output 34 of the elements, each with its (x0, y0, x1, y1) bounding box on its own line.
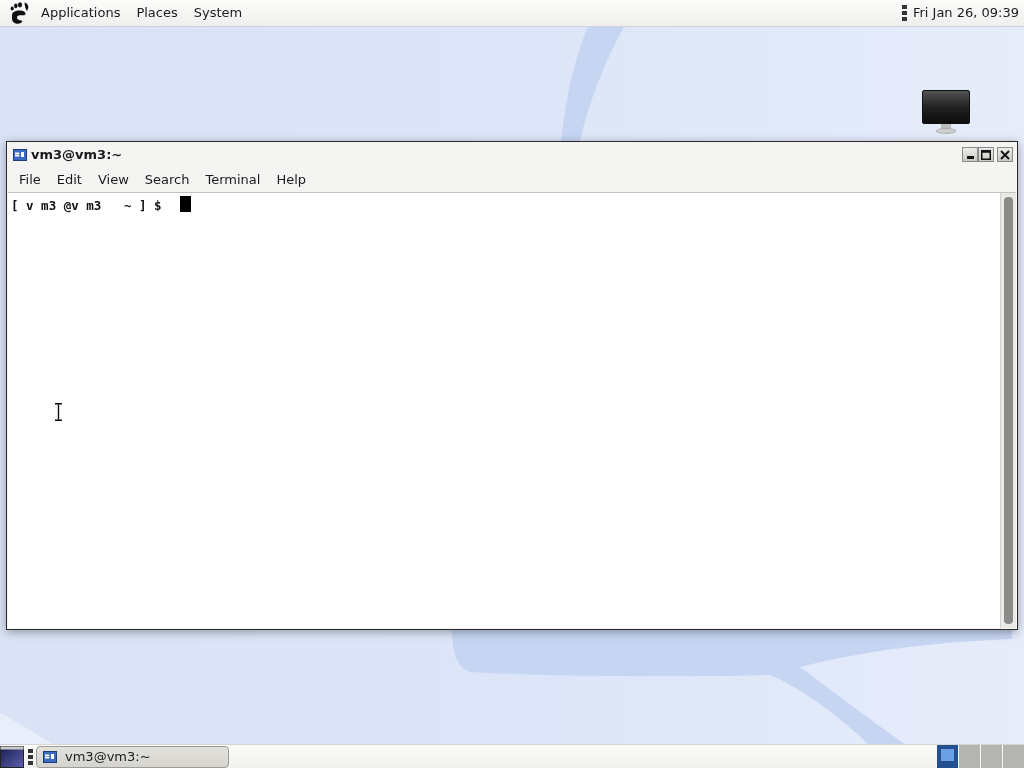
menu-item[interactable]: View (89, 167, 137, 192)
panel-menu[interactable]: Applications (33, 1, 129, 25)
menu-item[interactable]: Terminal (197, 167, 269, 192)
foot-icon[interactable] (9, 1, 30, 25)
menu-item[interactable]: Edit (48, 167, 90, 192)
computer-icon[interactable] (922, 90, 970, 134)
minimize-button[interactable] (962, 147, 978, 162)
maximize-button[interactable] (978, 147, 994, 162)
menu-item[interactable]: Help (268, 167, 315, 192)
scrollbar[interactable] (1000, 193, 1016, 628)
menu-item[interactable]: File (11, 167, 49, 192)
workspace-tile[interactable] (959, 745, 980, 768)
close-button[interactable] (997, 147, 1013, 162)
workspace-tile[interactable] (937, 745, 958, 768)
scrollbar-thumb[interactable] (1004, 197, 1013, 624)
workspace-tile[interactable] (981, 745, 1002, 768)
workspace-tile[interactable] (1003, 745, 1024, 768)
minimize-icon (966, 156, 974, 159)
terminal-icon (43, 751, 57, 763)
window-title: vm3@vm3:~ (31, 145, 123, 164)
taskbar-button[interactable]: vm3@vm3:~ (36, 746, 229, 768)
panel-menu[interactable]: System (185, 1, 251, 25)
terminal-icon (13, 148, 27, 161)
close-icon (1000, 149, 1010, 160)
clock[interactable]: Fri Jan 26, 09:39 (906, 1, 1024, 25)
ibeam-pointer-icon (54, 403, 63, 421)
handle-icon (28, 749, 33, 765)
text-cursor-icon (179, 196, 191, 212)
maximize-icon (981, 149, 991, 160)
menu-item[interactable]: Search (136, 167, 198, 192)
handle-icon (901, 5, 907, 21)
shell-prompt: [ v m3 @v m3 ~ ] $ (11, 198, 162, 213)
show-desktop-icon[interactable] (0, 746, 24, 768)
panel-menu[interactable]: Places (128, 1, 186, 25)
